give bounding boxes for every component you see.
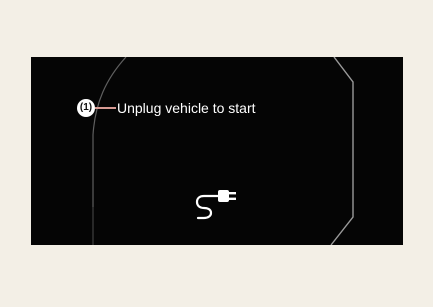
callout-number-badge: (1) — [77, 99, 95, 117]
unplug-vehicle-message: Unplug vehicle to start — [117, 100, 256, 116]
instrument-cluster-display: (1) Unplug vehicle to start — [31, 57, 403, 245]
manual-illustration: (1) Unplug vehicle to start — [0, 0, 433, 307]
callout-leader-line — [95, 107, 116, 109]
charging-plug-icon — [195, 190, 236, 220]
